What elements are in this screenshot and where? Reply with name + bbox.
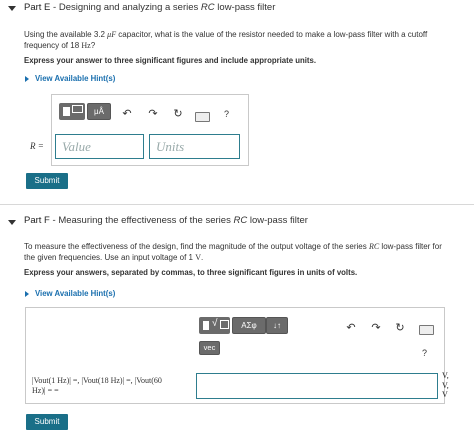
redo-icon[interactable]: ↷	[146, 107, 160, 120]
help-button[interactable]: ?	[422, 348, 427, 358]
template-icon	[203, 321, 209, 330]
collapse-caret-icon[interactable]	[8, 6, 16, 11]
template-sqrt-button[interactable]: √	[199, 317, 230, 334]
redo-icon[interactable]: ↷	[369, 321, 383, 334]
hint-expand-icon[interactable]	[25, 291, 29, 297]
help-button[interactable]: ?	[224, 109, 229, 119]
subscript-superscript-button[interactable]: ↓↑	[266, 317, 288, 334]
template-icon	[63, 107, 70, 116]
part-f-instruction: Express your answers, separated by comma…	[24, 268, 358, 277]
part-f-title: Part F - Measuring the effectiveness of …	[24, 215, 308, 226]
undo-icon[interactable]: ↶	[344, 321, 358, 334]
keyboard-icon[interactable]	[195, 112, 210, 122]
voltage-answer-input[interactable]	[196, 373, 438, 399]
reset-icon[interactable]: ↻	[171, 107, 185, 120]
undo-icon[interactable]: ↶	[120, 107, 134, 120]
part-f-question: To measure the effectiveness of the desi…	[24, 242, 442, 262]
template-button[interactable]	[59, 103, 85, 120]
keyboard-icon[interactable]	[419, 325, 434, 335]
units-mu-a-button[interactable]: μÅ	[87, 103, 111, 120]
volt-units-column: V, V, V	[442, 371, 449, 399]
part-e-title: Part E - Designing and analyzing a serie…	[24, 2, 276, 13]
part-f-submit-button[interactable]: Submit	[26, 414, 68, 430]
part-e-submit-button[interactable]: Submit	[26, 173, 68, 189]
part-f-hint-link[interactable]: View Available Hint(s)	[35, 289, 115, 298]
voltage-answer-label: |Vout(1 Hz)| =, |Vout(18 Hz)| =, |Vout(6…	[32, 376, 162, 395]
resistor-label: R =	[30, 141, 44, 151]
hint-expand-icon[interactable]	[25, 76, 29, 82]
part-divider	[0, 204, 474, 205]
collapse-caret-icon[interactable]	[8, 220, 16, 225]
vector-button[interactable]: vec	[199, 341, 220, 355]
part-e-hint-link[interactable]: View Available Hint(s)	[35, 74, 115, 83]
greek-symbols-button[interactable]: ΑΣφ	[232, 317, 266, 334]
reset-icon[interactable]: ↻	[393, 321, 407, 334]
part-e-question: Using the available 3.2 μF capacitor, wh…	[24, 30, 428, 50]
part-e-instruction: Express your answer to three significant…	[24, 56, 317, 65]
value-input[interactable]: Value	[55, 134, 144, 159]
units-input[interactable]: Units	[149, 134, 240, 159]
